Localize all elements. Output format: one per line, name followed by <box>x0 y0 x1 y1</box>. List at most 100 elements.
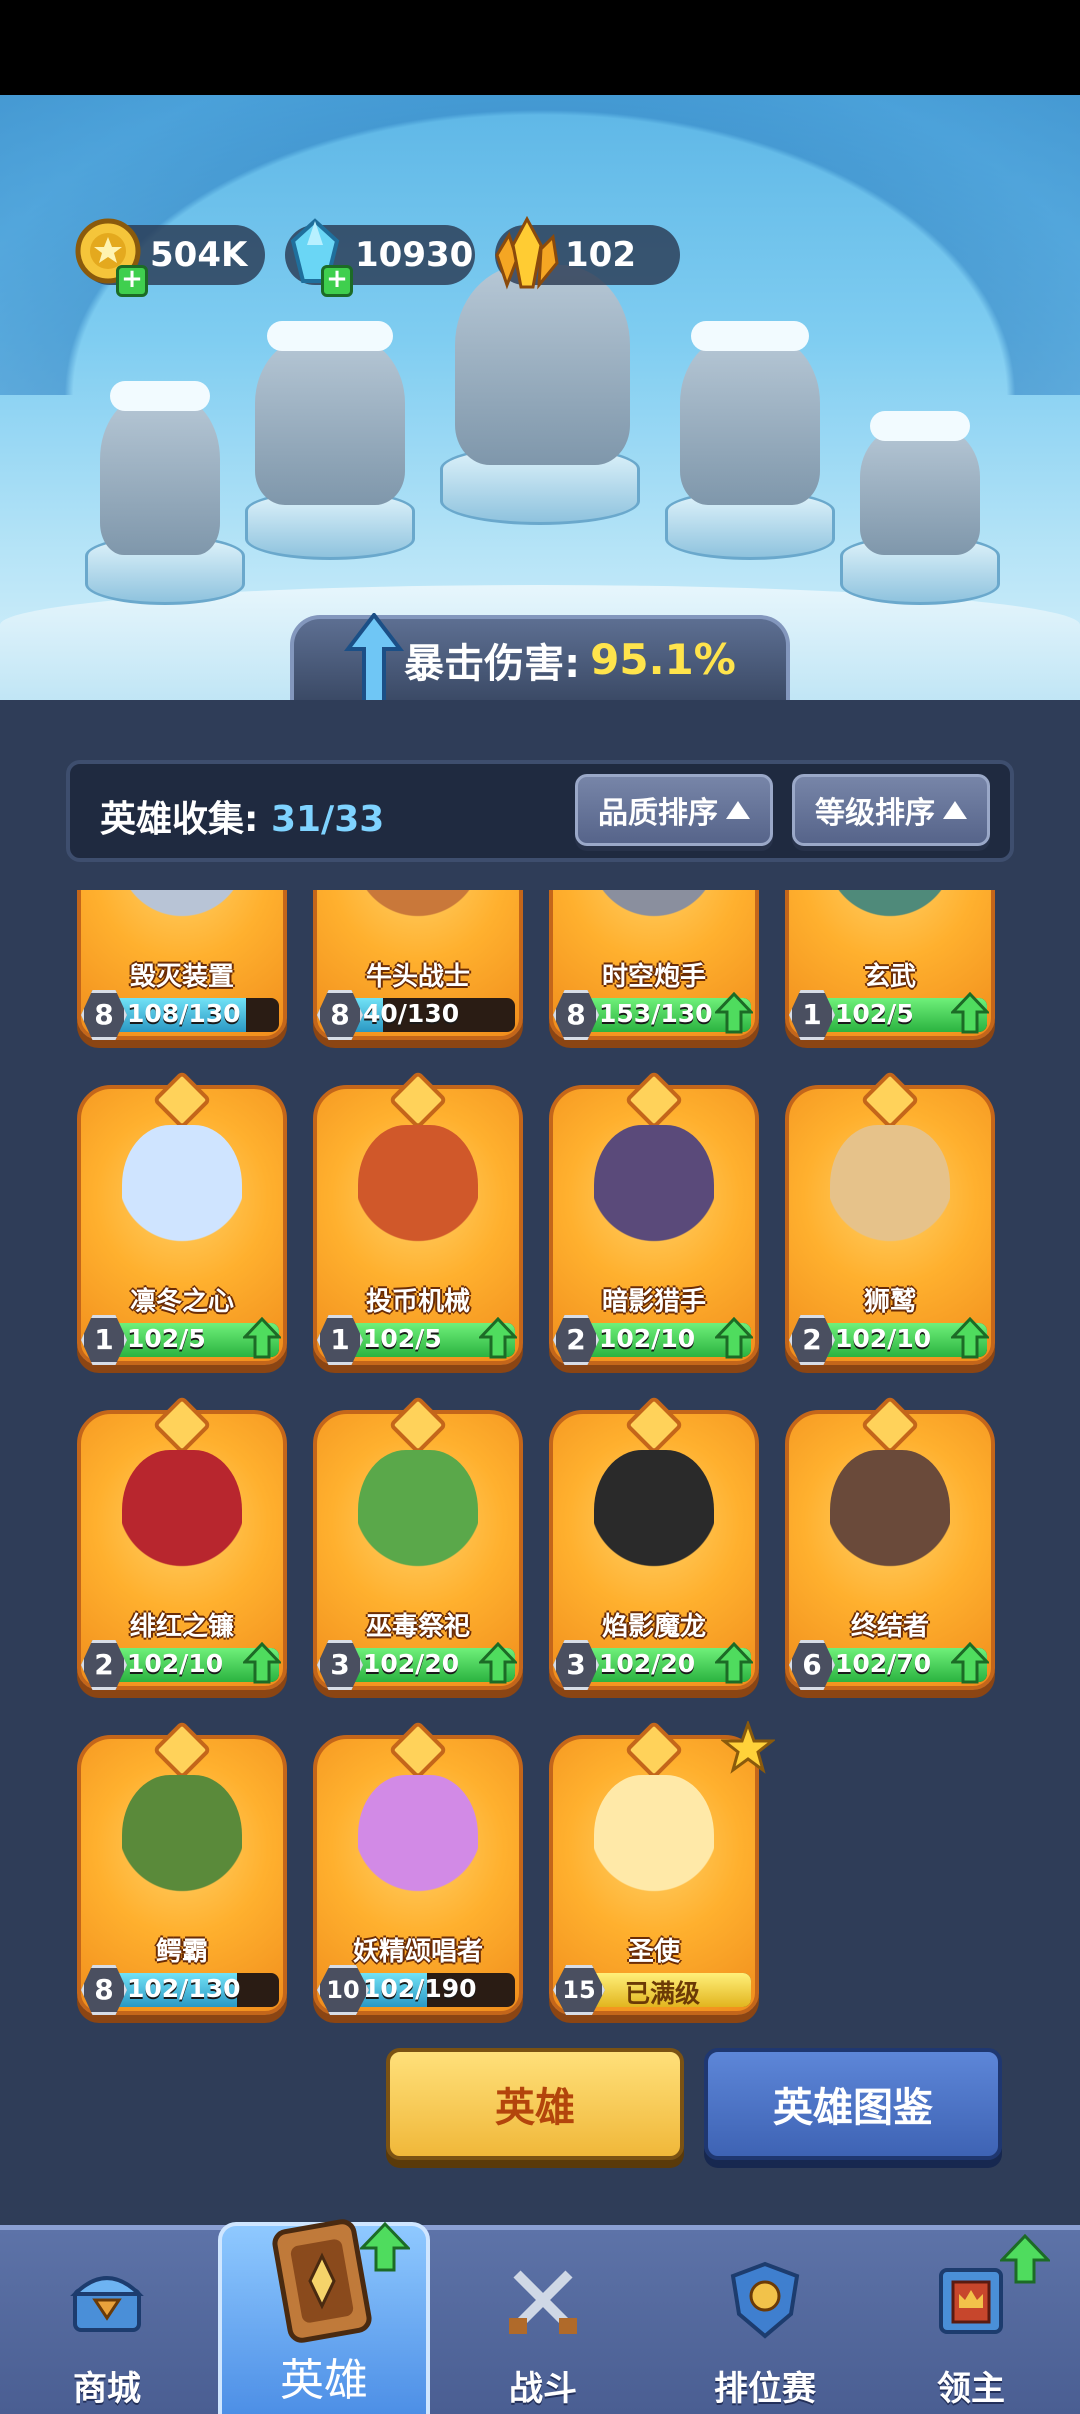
hero-grid: 毁灭装置 108/130 8 牛头战士 40/130 8 时空炮手 153/130 8 玄武 102… <box>60 890 1020 2040</box>
hero-tab-button[interactable]: 英雄 <box>386 2048 684 2160</box>
hero-card[interactable]: 妖精颂唱者 102/190 10 <box>313 1735 523 2040</box>
hero-name: 狮鹫 <box>863 1287 916 1317</box>
hero-name: 玄武 <box>863 962 916 992</box>
upgrade-arrow-icon <box>715 992 753 1034</box>
hero-portrait <box>358 1125 478 1275</box>
hooded-statue[interactable] <box>680 321 820 505</box>
upgrade-arrow-icon <box>951 992 989 1034</box>
coin-amount: 504K <box>150 235 248 275</box>
hero-card[interactable]: 狮鹫 102/10 2 <box>785 1085 995 1390</box>
hero-portrait <box>358 1775 478 1925</box>
hero-progress-text: 已满级 <box>625 1979 701 2007</box>
collection-title: 英雄收集: <box>100 799 259 840</box>
hero-progress-text: 153/130 <box>599 999 713 1028</box>
hero-codex-button[interactable]: 英雄图鉴 <box>704 2048 1002 2160</box>
nav-battle-label: 战斗 <box>509 2369 577 2409</box>
add-coins-icon[interactable]: + <box>116 265 148 297</box>
hero-card[interactable]: 暗影猎手 102/10 2 <box>549 1085 759 1390</box>
hero-name: 妖精颂唱者 <box>352 1937 483 1967</box>
gold-crystal-counter[interactable]: 102 <box>495 215 680 290</box>
hero-card[interactable]: 绯红之镰 102/10 2 <box>77 1410 287 1715</box>
upgrade-arrow-icon <box>715 1317 753 1359</box>
hero-card[interactable]: 玄武 102/5 1 <box>785 890 995 1065</box>
nav-battle[interactable]: 战斗 <box>448 2240 638 2414</box>
hero-name: 投币机械 <box>365 1287 470 1317</box>
nav-hero[interactable]: 英雄 <box>218 2219 430 2414</box>
upgrade-arrow-icon <box>715 1642 753 1684</box>
hero-progress-text: 102/5 <box>127 1324 206 1353</box>
machine-statue[interactable] <box>860 411 980 555</box>
nav-lord-label: 领主 <box>937 2369 1005 2409</box>
nav-ranked[interactable]: 排位赛 <box>670 2240 860 2414</box>
status-bar <box>0 0 1080 95</box>
hero-name: 焰影魔龙 <box>601 1612 706 1642</box>
hero-progress-text: 102/5 <box>363 1324 442 1353</box>
upgrade-arrow-icon <box>479 1642 517 1684</box>
crossed-swords-icon <box>509 2270 577 2334</box>
gold-crystal-icon <box>495 215 559 290</box>
hero-progress-text: 40/130 <box>363 999 460 1028</box>
nav-shop[interactable]: 商城 <box>12 2240 202 2414</box>
upgrade-arrow-icon <box>951 1642 989 1684</box>
hero-name: 绯红之镰 <box>129 1612 234 1642</box>
hero-portrait <box>122 1775 242 1925</box>
nav-hero-label: 英雄 <box>280 2355 368 2406</box>
quality-sort-label: 品质排序 <box>598 796 718 831</box>
level-sort-button[interactable]: 等级排序 <box>792 774 990 846</box>
crit-damage-label: 暴击伤害: <box>404 640 581 687</box>
hero-card[interactable]: 毁灭装置 108/130 8 <box>77 890 287 1065</box>
crit-damage-banner: 暴击伤害: 95.1% <box>290 613 790 705</box>
up-arrow-icon <box>344 613 404 705</box>
hero-name: 圣使 <box>627 1937 680 1967</box>
hero-progress-text: 102/10 <box>127 1649 224 1678</box>
dragon-statue[interactable] <box>455 265 630 465</box>
hero-name: 鳄霸 <box>155 1937 208 1967</box>
hero-card[interactable]: 圣使 已满级 15 <box>549 1721 775 2040</box>
gold-crystal-amount: 102 <box>565 235 636 275</box>
collection-label: 英雄收集: 31/33 <box>100 790 384 842</box>
hero-portrait <box>830 1450 950 1600</box>
hero-progress-text: 102/5 <box>835 999 914 1028</box>
star-icon <box>721 1721 775 1774</box>
upgrade-arrow-icon <box>951 1317 989 1359</box>
hero-card[interactable]: 凛冬之心 102/5 1 <box>77 1085 287 1390</box>
hero-card[interactable]: 牛头战士 40/130 8 <box>313 890 523 1065</box>
crystal-amount: 10930 <box>355 235 474 275</box>
hero-progress-text: 108/130 <box>127 999 241 1028</box>
griffin-statue[interactable] <box>255 321 405 505</box>
sort-arrow-icon <box>726 801 750 819</box>
hero-progress-text: 102/20 <box>363 1649 460 1678</box>
upgrade-arrow-icon <box>479 1317 517 1359</box>
upgrade-arrow-icon <box>243 1642 281 1684</box>
hero-card[interactable]: 时空炮手 153/130 8 <box>549 890 759 1065</box>
hero-statue-scene <box>0 95 1080 705</box>
hero-name: 毁灭装置 <box>129 962 234 992</box>
crystal-counter[interactable]: + 10930 <box>285 218 475 297</box>
upgrade-arrow-icon <box>1000 2234 1050 2284</box>
hero-card[interactable]: 鳄霸 102/130 8 <box>77 1735 287 2040</box>
hero-portrait <box>358 1450 478 1600</box>
hero-progress-text: 102/190 <box>363 1974 477 2003</box>
rank-shield-icon <box>730 2261 800 2339</box>
nav-ranked-label: 排位赛 <box>714 2369 816 2409</box>
add-crystals-icon[interactable]: + <box>321 265 353 297</box>
hero-card[interactable]: 巫毒祭祀 102/20 3 <box>313 1410 523 1715</box>
nav-lord[interactable]: 领主 <box>876 2234 1066 2414</box>
castle-banner-icon <box>939 2268 1003 2334</box>
upgrade-arrow-icon <box>360 2222 410 2272</box>
upgrade-arrow-icon <box>243 1317 281 1359</box>
coin-counter[interactable]: + 504K <box>75 218 265 297</box>
hero-progress-text: 102/10 <box>599 1324 696 1353</box>
hero-card[interactable]: 焰影魔龙 102/20 3 <box>549 1410 759 1715</box>
collection-count: 31/33 <box>270 799 385 840</box>
warrior-statue[interactable] <box>100 381 220 555</box>
hero-name: 凛冬之心 <box>129 1287 234 1317</box>
hero-name: 巫毒祭祀 <box>365 1612 470 1642</box>
hero-name: 终结者 <box>850 1612 929 1642</box>
hero-name: 暗影猎手 <box>601 1287 706 1317</box>
hero-card[interactable]: 投币机械 102/5 1 <box>313 1085 523 1390</box>
hero-card[interactable]: 终结者 102/70 6 <box>785 1410 995 1715</box>
sort-arrow-icon <box>943 801 967 819</box>
hero-progress-text: 102/20 <box>599 1649 696 1678</box>
quality-sort-button[interactable]: 品质排序 <box>575 774 773 846</box>
